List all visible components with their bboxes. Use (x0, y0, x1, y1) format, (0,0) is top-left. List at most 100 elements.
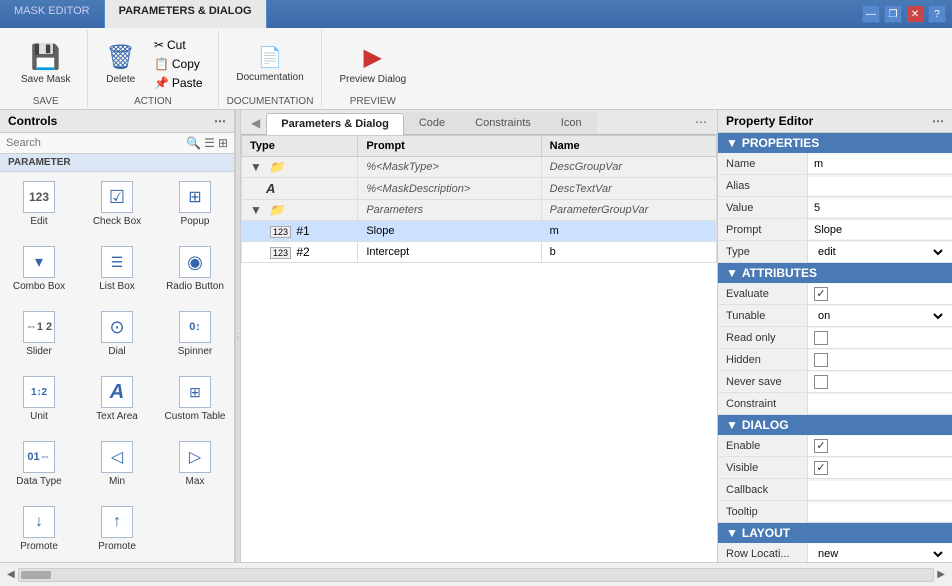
control-text-area[interactable]: A Text Area (78, 367, 156, 432)
control-spinner[interactable]: 0↕ Spinner (156, 302, 234, 367)
prop-input-alias[interactable] (814, 180, 946, 192)
save-mask-button[interactable]: 💾 Save Mask (12, 34, 79, 94)
prop-label-constraint: Constraint (718, 393, 808, 414)
prop-row-row-location: Row Locati... new same (718, 543, 952, 562)
dialog-collapse-icon[interactable]: ▼ (726, 418, 738, 432)
scroll-left-arrow[interactable]: ◀ (4, 569, 18, 580)
restore-btn[interactable]: ❐ (884, 5, 902, 23)
prop-value-alias[interactable] (808, 177, 952, 195)
copy-button[interactable]: 📋 Copy (147, 55, 210, 73)
row-number-label: #2 (296, 245, 309, 259)
tab-parameters-dialog[interactable]: Parameters & Dialog (266, 113, 404, 135)
table-row[interactable]: ▼ 📁 Parameters ParameterGroupVar (242, 200, 717, 221)
expand-icon[interactable]: ▼ (250, 160, 262, 174)
center-panel-menu[interactable]: ⋯ (689, 115, 713, 129)
control-custom-table[interactable]: ⊞ Custom Table (156, 367, 234, 432)
grid-view-icon[interactable]: ⊞ (218, 136, 228, 150)
prop-select-tunable[interactable]: on off (814, 309, 946, 323)
scroll-right-arrow[interactable]: ▶ (934, 569, 948, 580)
prop-select-type[interactable]: edit popup slider (814, 245, 946, 259)
min-label: Min (109, 476, 125, 488)
prop-input-tooltip[interactable] (814, 506, 946, 518)
prop-value-enable[interactable] (808, 436, 952, 456)
preview-dialog-button[interactable]: ▶ Preview Dialog (330, 34, 415, 94)
prop-checkbox-enable[interactable] (814, 439, 828, 453)
tab-icon-tab[interactable]: Icon (546, 112, 597, 134)
max-label: Max (186, 476, 205, 488)
control-min[interactable]: ◁ Min (78, 432, 156, 497)
control-popup[interactable]: ⊞ Popup (156, 172, 234, 237)
control-slider[interactable]: ⇔1 2 Slider (0, 302, 78, 367)
prop-input-constraint[interactable] (814, 398, 946, 410)
prop-value-readonly[interactable] (808, 328, 952, 348)
tab-mask-editor[interactable]: MASK EDITOR (0, 0, 105, 28)
prop-value-type[interactable]: edit popup slider (808, 242, 952, 262)
minimize-btn[interactable]: — (862, 5, 880, 23)
control-check-box[interactable]: ☑ Check Box (78, 172, 156, 237)
prop-input-name[interactable] (814, 158, 946, 170)
scroll-thumb[interactable] (21, 571, 51, 579)
control-list-box[interactable]: ☰ List Box (78, 237, 156, 302)
prop-value-value[interactable] (808, 199, 952, 217)
row-name: m (541, 221, 716, 242)
table-row[interactable]: 123 #2 Intercept b (242, 242, 717, 263)
prop-value-callback[interactable] (808, 481, 952, 499)
tab-constraints[interactable]: Constraints (460, 112, 546, 134)
table-row[interactable]: A %<MaskDescription> DescTextVar (242, 178, 717, 200)
tab-parameters-dialog[interactable]: PARAMETERS & DIALOG (105, 0, 267, 28)
prop-input-callback[interactable] (814, 484, 946, 496)
control-dial[interactable]: ⊙ Dial (78, 302, 156, 367)
horizontal-scrollbar[interactable] (18, 568, 935, 582)
prop-checkbox-readonly[interactable] (814, 331, 828, 345)
folder-icon: 📁 (269, 203, 284, 217)
control-promote-up[interactable]: ↑ Promote (78, 497, 156, 562)
help-btn[interactable]: ? (928, 5, 946, 23)
control-combo-box[interactable]: ▾ Combo Box (0, 237, 78, 302)
search-input[interactable] (6, 137, 182, 149)
prop-input-prompt[interactable] (814, 224, 946, 236)
prop-checkbox-never-save[interactable] (814, 375, 828, 389)
prop-value-visible[interactable] (808, 458, 952, 478)
close-btn[interactable]: ✕ (906, 5, 924, 23)
panel-menu-icon[interactable]: ⋯ (214, 114, 226, 128)
prop-checkbox-hidden[interactable] (814, 353, 828, 367)
properties-collapse-icon[interactable]: ▼ (726, 136, 738, 150)
prop-checkbox-evaluate[interactable] (814, 287, 828, 301)
property-editor-menu[interactable]: ⋯ (932, 114, 944, 128)
table-row[interactable]: ▼ 📁 %<MaskType> DescGroupVar (242, 157, 717, 178)
table-row[interactable]: 123 #1 Slope m (242, 221, 717, 242)
prop-value-hidden[interactable] (808, 350, 952, 370)
prop-value-prompt[interactable] (808, 221, 952, 239)
preview-icon: ▶ (364, 43, 382, 72)
prop-value-name[interactable] (808, 155, 952, 173)
prop-select-row-location[interactable]: new same (814, 547, 946, 561)
control-unit[interactable]: 1↕2 Unit (0, 367, 78, 432)
prop-input-value[interactable] (814, 202, 946, 214)
dial-icon: ⊙ (101, 311, 133, 343)
attributes-collapse-icon[interactable]: ▼ (726, 266, 738, 280)
prop-value-constraint[interactable] (808, 395, 952, 413)
expand-icon[interactable]: ▼ (250, 203, 262, 217)
paste-button[interactable]: 📌 Paste (147, 74, 210, 92)
ribbon-group-save: 💾 Save Mask SAVE (4, 30, 88, 107)
control-promote-down[interactable]: ↓ Promote (0, 497, 78, 562)
prop-checkbox-visible[interactable] (814, 461, 828, 475)
list-view-icon[interactable]: ☰ (204, 136, 215, 150)
control-radio-button[interactable]: ◉ Radio Button (156, 237, 234, 302)
control-data-type[interactable]: 01⇔ Data Type (0, 432, 78, 497)
delete-button[interactable]: 🗑 Delete (96, 34, 144, 94)
tab-code[interactable]: Code (404, 112, 460, 134)
documentation-button[interactable]: 📄 Documentation (227, 34, 312, 94)
layout-collapse-icon[interactable]: ▼ (726, 526, 738, 540)
col-prompt: Prompt (358, 136, 541, 157)
right-panel: Property Editor ⋯ ▼ PROPERTIES Name Alia… (717, 110, 952, 562)
prop-value-evaluate[interactable] (808, 284, 952, 304)
prop-value-tunable[interactable]: on off (808, 306, 952, 326)
prop-value-tooltip[interactable] (808, 503, 952, 521)
prop-value-row-location[interactable]: new same (808, 544, 952, 563)
control-max[interactable]: ▷ Max (156, 432, 234, 497)
prop-value-never-save[interactable] (808, 372, 952, 392)
search-icon[interactable]: 🔍 (186, 136, 201, 150)
cut-button[interactable]: ✂ Cut (147, 36, 210, 54)
control-edit[interactable]: 123 Edit (0, 172, 78, 237)
